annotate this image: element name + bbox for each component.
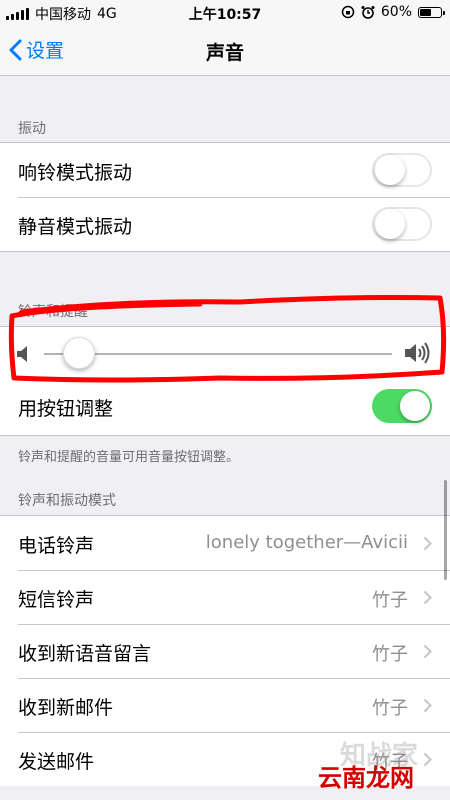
row-ringtone[interactable]: 电话铃声 lonely together—Avicii bbox=[0, 516, 450, 570]
row-new-mail[interactable]: 收到新邮件 竹子 bbox=[0, 678, 450, 732]
alarm-icon bbox=[361, 6, 375, 19]
nav-bar: 设置 声音 bbox=[0, 26, 450, 76]
page-title: 声音 bbox=[205, 42, 244, 64]
row-value: 竹子 bbox=[372, 590, 408, 611]
row-vibrate-on-silent[interactable]: 静音模式振动 bbox=[0, 197, 450, 251]
row-label: 电话铃声 bbox=[18, 535, 95, 557]
battery-percent: 60% bbox=[380, 4, 412, 20]
chevron-right-icon bbox=[423, 752, 432, 767]
volume-low-icon bbox=[17, 346, 27, 362]
row-label: 发送邮件 bbox=[18, 751, 95, 773]
ringer-group: 用按钮调整 bbox=[0, 326, 450, 436]
row-label: 收到新语音留言 bbox=[18, 643, 152, 665]
row-label: 短信铃声 bbox=[18, 589, 95, 611]
chevron-right-icon bbox=[423, 644, 432, 659]
chevron-right-icon bbox=[423, 536, 432, 551]
scroll-indicator[interactable] bbox=[444, 480, 447, 580]
vibrate-on-ring-toggle[interactable] bbox=[372, 153, 432, 187]
section-header-vibrate: 振动 bbox=[18, 121, 46, 137]
status-bar: 中国移动 4G 上午10:57 60% bbox=[0, 0, 450, 26]
section-header-ringer: 铃声和提醒 bbox=[18, 304, 88, 320]
row-new-voicemail[interactable]: 收到新语音留言 竹子 bbox=[0, 624, 450, 678]
vibrate-group: 响铃模式振动 静音模式振动 bbox=[0, 142, 450, 252]
row-value: 竹子 bbox=[372, 644, 408, 665]
row-vibrate-on-ring[interactable]: 响铃模式振动 bbox=[0, 143, 450, 197]
status-right: 60% bbox=[341, 4, 445, 20]
chevron-right-icon bbox=[423, 590, 432, 605]
ringer-volume-slider[interactable] bbox=[0, 327, 450, 381]
chevron-right-icon bbox=[423, 698, 432, 713]
rotation-lock-icon bbox=[341, 5, 355, 19]
vibrate-on-silent-toggle[interactable] bbox=[372, 207, 432, 241]
section-header-patterns: 铃声和振动模式 bbox=[18, 493, 116, 509]
slider-thumb[interactable] bbox=[62, 337, 95, 369]
row-text-tone[interactable]: 短信铃声 竹子 bbox=[0, 570, 450, 624]
row-label: 静音模式振动 bbox=[18, 216, 133, 238]
row-label: 用按钮调整 bbox=[18, 398, 114, 420]
row-value: 竹子 bbox=[372, 698, 408, 719]
slider-track[interactable] bbox=[44, 353, 392, 355]
row-value: lonely together—Avicii bbox=[205, 532, 408, 553]
row-change-with-buttons[interactable]: 用按钮调整 bbox=[0, 381, 450, 435]
row-label: 收到新邮件 bbox=[18, 697, 114, 719]
watermark-red: 云南龙网 bbox=[318, 764, 414, 792]
battery-icon bbox=[418, 6, 445, 18]
row-label: 响铃模式振动 bbox=[18, 162, 133, 184]
change-with-buttons-toggle[interactable] bbox=[372, 389, 432, 423]
volume-high-icon bbox=[405, 342, 430, 364]
ringer-footer-note: 铃声和提醒的音量可用音量按钮调整。 bbox=[18, 450, 240, 465]
